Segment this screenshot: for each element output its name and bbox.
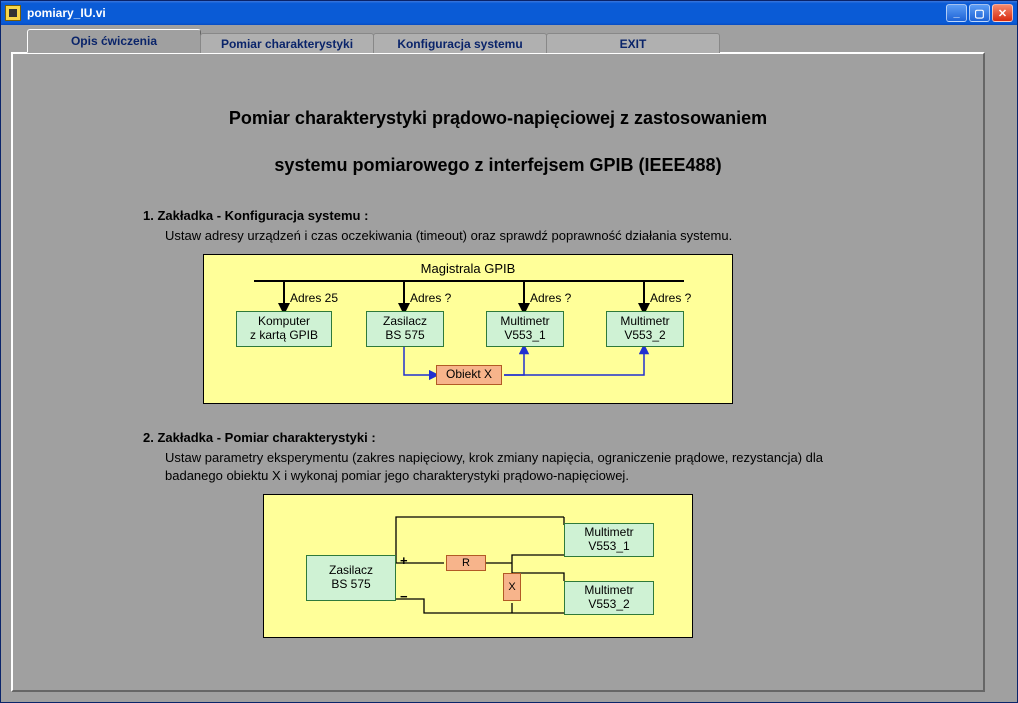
circuit-psu: Zasilacz BS 575 <box>306 555 396 601</box>
app-icon <box>5 5 21 21</box>
tab-label: Pomiar charakterystyki <box>221 37 353 51</box>
section-1: 1. Zakładka - Konfiguracja systemu : Ust… <box>143 208 883 405</box>
circuit-multimetr-1: Multimetr V553_1 <box>564 523 654 557</box>
tab-opis-cwiczenia[interactable]: Opis ćwiczenia <box>27 29 201 53</box>
addr-3: Adres ? <box>650 291 691 305</box>
psu-minus-sign: − <box>400 589 408 604</box>
tab-label: Konfiguracja systemu <box>397 37 522 51</box>
circuit-multimetr-2: Multimetr V553_2 <box>564 581 654 615</box>
page-title: Pomiar charakterystyki prądowo-napięciow… <box>13 84 983 178</box>
tab-pomiar-charakterystyki[interactable]: Pomiar charakterystyki <box>200 33 374 53</box>
circuit-x: X <box>503 573 521 601</box>
close-button[interactable]: ✕ <box>992 4 1013 22</box>
maximize-button[interactable]: ▢ <box>969 4 990 22</box>
tab-label: Opis ćwiczenia <box>71 34 157 48</box>
box-multimetr-1: Multimetr V553_1 <box>486 311 564 347</box>
tab-konfiguracja-systemu[interactable]: Konfiguracja systemu <box>373 33 547 53</box>
diagram-measurement-circuit: Zasilacz BS 575 + − R X Multimetr V553_1… <box>263 494 693 638</box>
addr-1: Adres ? <box>410 291 451 305</box>
section-2: 2. Zakładka - Pomiar charakterystyki : U… <box>143 430 883 638</box>
box-komputer: Komputer z kartą GPIB <box>236 311 332 347</box>
titlebar[interactable]: pomiary_IU.vi _ ▢ ✕ <box>1 1 1017 25</box>
app-window: pomiary_IU.vi _ ▢ ✕ Opis ćwiczenia Pomia… <box>0 0 1018 703</box>
box-multimetr-2: Multimetr V553_2 <box>606 311 684 347</box>
tab-panel: Pomiar charakterystyki prądowo-napięciow… <box>11 52 985 692</box>
client-area: Opis ćwiczenia Pomiar charakterystyki Ko… <box>1 25 1017 702</box>
box-zasilacz: Zasilacz BS 575 <box>366 311 444 347</box>
minimize-button[interactable]: _ <box>946 4 967 22</box>
addr-0: Adres 25 <box>290 291 338 305</box>
section-1-text: Ustaw adresy urządzeń i czas oczekiwania… <box>165 227 883 245</box>
tab-label: EXIT <box>620 37 647 51</box>
section-2-text: Ustaw parametry eksperymentu (zakres nap… <box>165 449 883 484</box>
diagram-gpib-bus: Magistrala GPIB <box>203 254 733 404</box>
addr-2: Adres ? <box>530 291 571 305</box>
box-obiekt-x: Obiekt X <box>436 365 502 385</box>
tab-exit[interactable]: EXIT <box>546 33 720 53</box>
section-1-heading: 1. Zakładka - Konfiguracja systemu : <box>143 208 883 223</box>
window-title: pomiary_IU.vi <box>27 6 946 20</box>
tabstrip: Opis ćwiczenia Pomiar charakterystyki Ko… <box>27 33 1007 53</box>
section-2-heading: 2. Zakładka - Pomiar charakterystyki : <box>143 430 883 445</box>
circuit-r: R <box>446 555 486 571</box>
psu-plus-sign: + <box>400 553 408 568</box>
